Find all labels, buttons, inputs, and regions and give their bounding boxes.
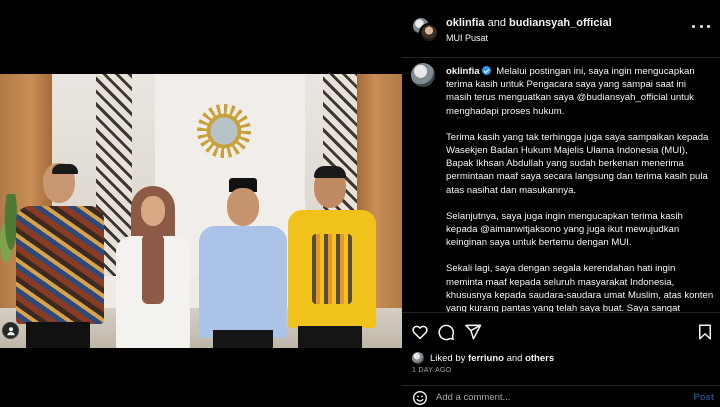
heart-icon[interactable] bbox=[411, 323, 429, 341]
liker-username-link[interactable]: ferriuno bbox=[468, 353, 504, 364]
likes-connector: and bbox=[506, 352, 523, 364]
share-icon[interactable] bbox=[464, 323, 482, 341]
comment-icon[interactable] bbox=[437, 323, 455, 341]
post-header: oklinfia and budiansyah_official MUI Pus… bbox=[402, 0, 720, 58]
location-link[interactable]: MUI Pusat bbox=[446, 33, 488, 43]
person-white-dress bbox=[112, 118, 194, 348]
caption-username-link[interactable]: oklinfia bbox=[446, 66, 480, 77]
post-caption: oklinfia Melalui postingan ini, saya ing… bbox=[446, 65, 714, 312]
caption-paragraph: Selanjutnya, saya juga ingin mengucapkan… bbox=[446, 210, 683, 249]
coauthor-username-link[interactable]: budiansyah_official bbox=[509, 17, 612, 29]
likes-summary: Liked by ferriuno and others bbox=[412, 351, 554, 365]
bookmark-icon[interactable] bbox=[696, 323, 714, 341]
avatar[interactable] bbox=[412, 352, 424, 364]
post-timestamp[interactable]: 1 DAY AGO bbox=[412, 367, 451, 374]
caption-paragraph: Sekali lagi, saya dengan segala kerendah… bbox=[446, 263, 714, 312]
person-yellow-shirt bbox=[286, 118, 378, 348]
person-blue-shirt bbox=[195, 118, 291, 348]
authors-connector: and bbox=[487, 17, 506, 29]
verified-badge-icon bbox=[481, 66, 491, 75]
post-photo[interactable] bbox=[0, 74, 402, 348]
post-actions: Liked by ferriuno and others 1 DAY AGO P… bbox=[402, 312, 720, 407]
caption-area: oklinfia Melalui postingan ini, saya ing… bbox=[402, 59, 720, 312]
caption-paragraph: Terima kasih yang tak terhingga juga say… bbox=[446, 131, 709, 196]
post-media-pane bbox=[0, 0, 402, 407]
avatar[interactable] bbox=[419, 23, 439, 43]
tagged-users-button[interactable] bbox=[2, 322, 19, 339]
likes-prefix: Liked by bbox=[430, 352, 466, 364]
user-tag-icon bbox=[6, 326, 15, 335]
comment-input[interactable] bbox=[436, 388, 676, 407]
comment-box: Post bbox=[402, 385, 720, 407]
more-options-icon[interactable] bbox=[692, 21, 710, 31]
likes-others-link[interactable]: others bbox=[525, 353, 554, 364]
post-comment-button[interactable]: Post bbox=[693, 392, 714, 403]
person-batik-shirt bbox=[12, 118, 104, 348]
post-details-pane: oklinfia and budiansyah_official MUI Pus… bbox=[402, 0, 720, 407]
author-username-link[interactable]: oklinfia bbox=[446, 17, 485, 29]
avatar[interactable] bbox=[411, 63, 435, 87]
post-authors: oklinfia and budiansyah_official bbox=[446, 17, 612, 29]
emoji-icon[interactable] bbox=[412, 390, 428, 406]
